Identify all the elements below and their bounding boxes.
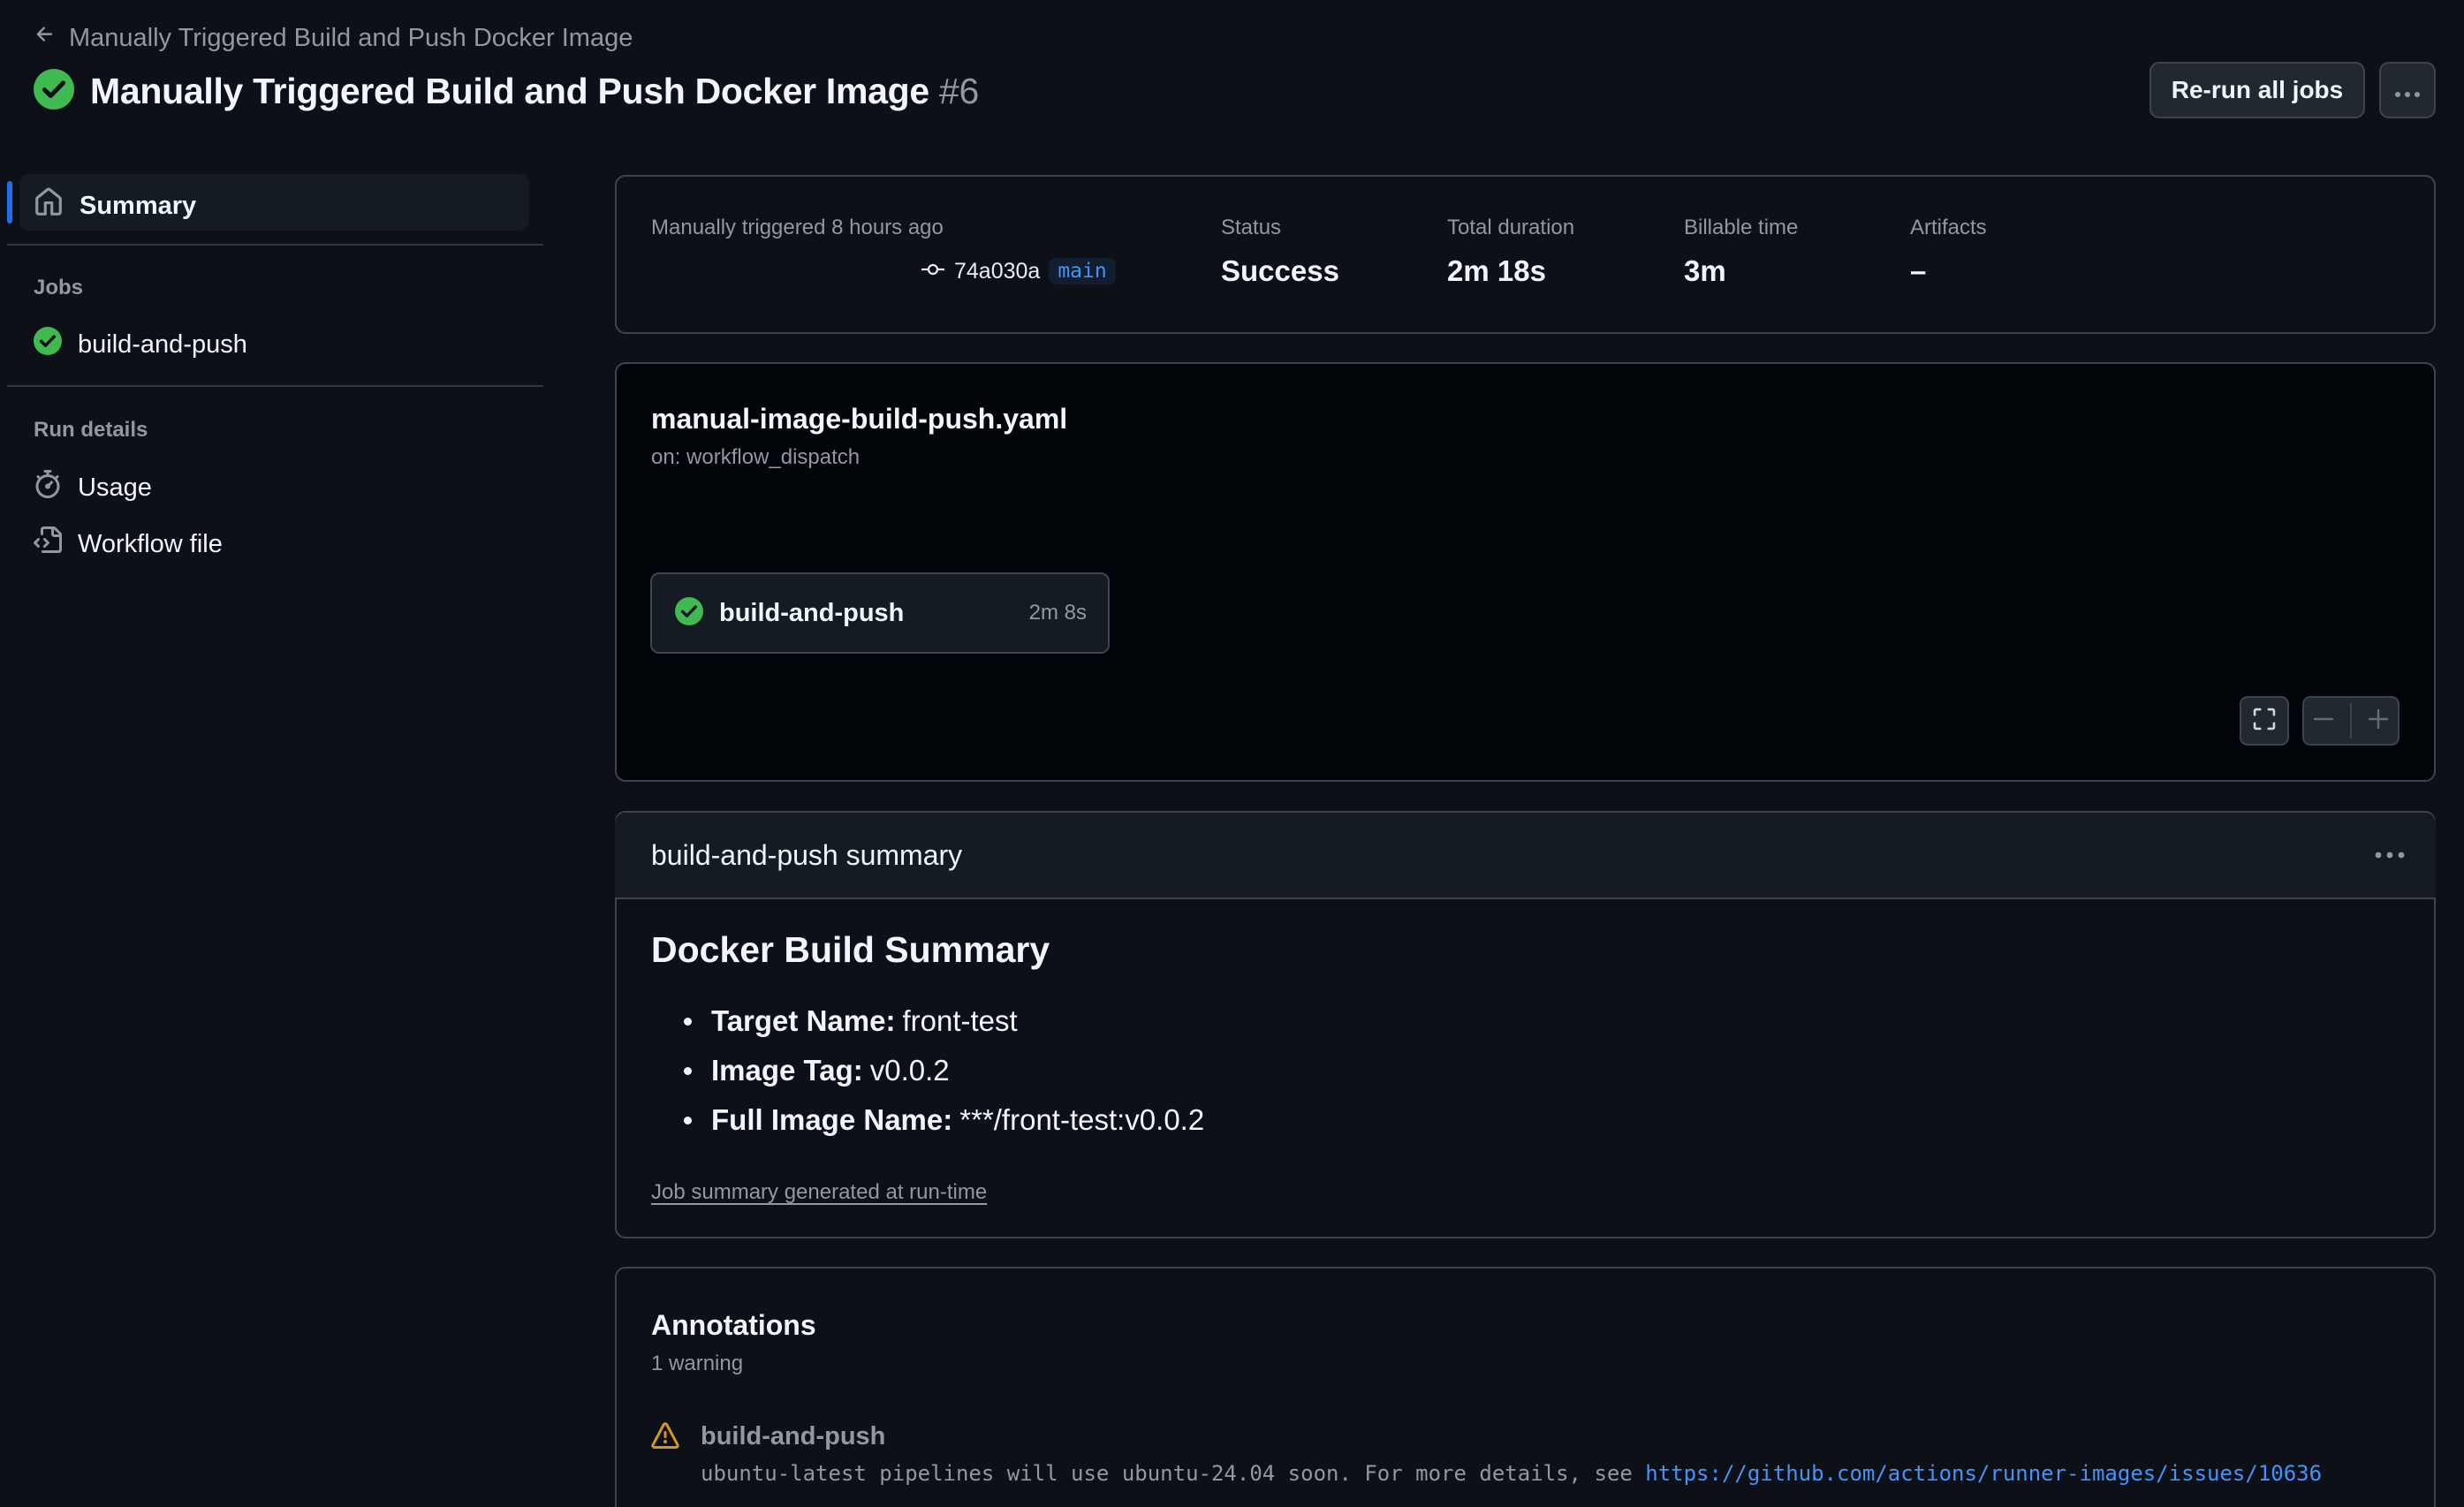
git-commit-icon [921,262,945,281]
list-item-key: Full Image Name: [711,1103,953,1136]
sidebar-summary-content[interactable]: Summary [34,187,196,224]
check-circle-icon [34,327,62,362]
sidebar-item-build-and-push[interactable]: build-and-push [34,327,247,362]
duration-label: Total duration [1447,216,1575,239]
workflow-title: Manually Triggered Build and Push Docker… [90,71,929,111]
job-card-duration: 2m 8s [1028,601,1087,625]
run-details-heading: Run details [34,418,148,442]
billable-value: 3m [1684,254,1726,287]
job-card-name: build-and-push [719,598,905,627]
status-label: Status [1221,216,1282,239]
artifacts-value: – [1910,254,1927,287]
sidebar-item-usage[interactable]: Usage [34,470,152,505]
rerun-all-jobs-button[interactable]: Re-run all jobs [2149,62,2365,118]
home-icon [34,187,64,224]
screen-full-icon [2252,707,2277,736]
check-circle-icon [34,69,74,114]
back-link[interactable]: Manually Triggered Build and Push Docker… [34,23,633,53]
fullscreen-button[interactable] [2240,696,2289,746]
back-link-label: Manually Triggered Build and Push Docker… [69,23,633,52]
list-item-value: v0.0.2 [869,1054,950,1087]
zoom-controls [2302,696,2400,746]
workflow-trigger: on: workflow_dispatch [651,445,861,469]
workflow-file-label: Workflow file [78,529,223,558]
status-value: Success [1221,254,1339,287]
sidebar-item-workflow-file[interactable]: Workflow file [34,526,223,562]
billable-label: Billable time [1684,216,1799,239]
artifacts-label: Artifacts [1910,216,1987,239]
commit-ref: 74a030a main [921,258,1116,284]
summary-list: Target Name: front-test Image Tag: v0.0.… [675,996,1204,1145]
stopwatch-icon [34,470,62,505]
bullet [684,1116,692,1125]
arrow-left-icon [34,23,57,53]
check-circle-icon [675,596,703,630]
duration-value: 2m 18s [1447,254,1546,287]
zoom-out-icon[interactable] [2312,708,2335,735]
list-item-key: Target Name: [711,1004,896,1037]
list-item: Full Image Name: ***/front-test:v0.0.2 [675,1095,1204,1145]
annotation-link[interactable]: https://github.com/actions/runner-images… [1645,1461,2322,1486]
annotation-job[interactable]: build-and-push [701,1422,885,1451]
list-item: Image Tag: v0.0.2 [675,1046,1204,1095]
file-code-icon [34,526,62,562]
usage-label: Usage [78,473,152,502]
sidebar-summary-label: Summary [80,191,197,220]
jobs-heading: Jobs [34,276,84,299]
job-card-build-and-push[interactable]: build-and-push 2m 8s [650,572,1110,654]
kebab-horizontal-icon [2375,848,2405,863]
workflow-file-name[interactable]: manual-image-build-push.yaml [651,403,1067,435]
summary-heading: Docker Build Summary [651,929,1050,970]
active-indicator [7,181,12,223]
kebab-horizontal-icon [2394,76,2421,104]
sidebar-job-label: build-and-push [78,329,247,359]
list-item: Target Name: front-test [675,996,1204,1046]
sidebar-divider [7,244,543,246]
annotation-message-text: ubuntu-latest pipelines will use ubuntu-… [701,1461,1646,1486]
trigger-text: Manually triggered 8 hours ago [651,216,944,239]
run-number: #6 [939,71,980,111]
alert-icon [650,1422,680,1455]
list-item-key: Image Tag: [711,1054,863,1087]
page-title: Manually Triggered Build and Push Docker… [90,71,979,112]
job-summary-title: build-and-push summary [651,839,963,871]
job-summary-runtime-link[interactable]: Job summary generated at run-time [651,1180,987,1205]
zoom-divider [2349,703,2352,738]
annotations-count: 1 warning [651,1352,744,1375]
annotation-message: ubuntu-latest pipelines will use ubuntu-… [701,1461,2322,1486]
more-options-button[interactable] [2379,62,2436,118]
list-item-value: front-test [902,1004,1018,1037]
commit-sha[interactable]: 74a030a [954,259,1040,284]
page-title-row: Manually Triggered Build and Push Docker… [34,69,979,114]
annotations-title: Annotations [651,1309,816,1341]
branch-badge[interactable]: main [1049,258,1116,284]
summary-more-button[interactable] [2375,848,2405,864]
list-item-value: ***/front-test:v0.0.2 [959,1103,1205,1136]
bullet [684,1066,692,1075]
zoom-in-icon[interactable] [2367,708,2390,735]
sidebar-divider [7,385,543,387]
bullet [684,1017,692,1026]
